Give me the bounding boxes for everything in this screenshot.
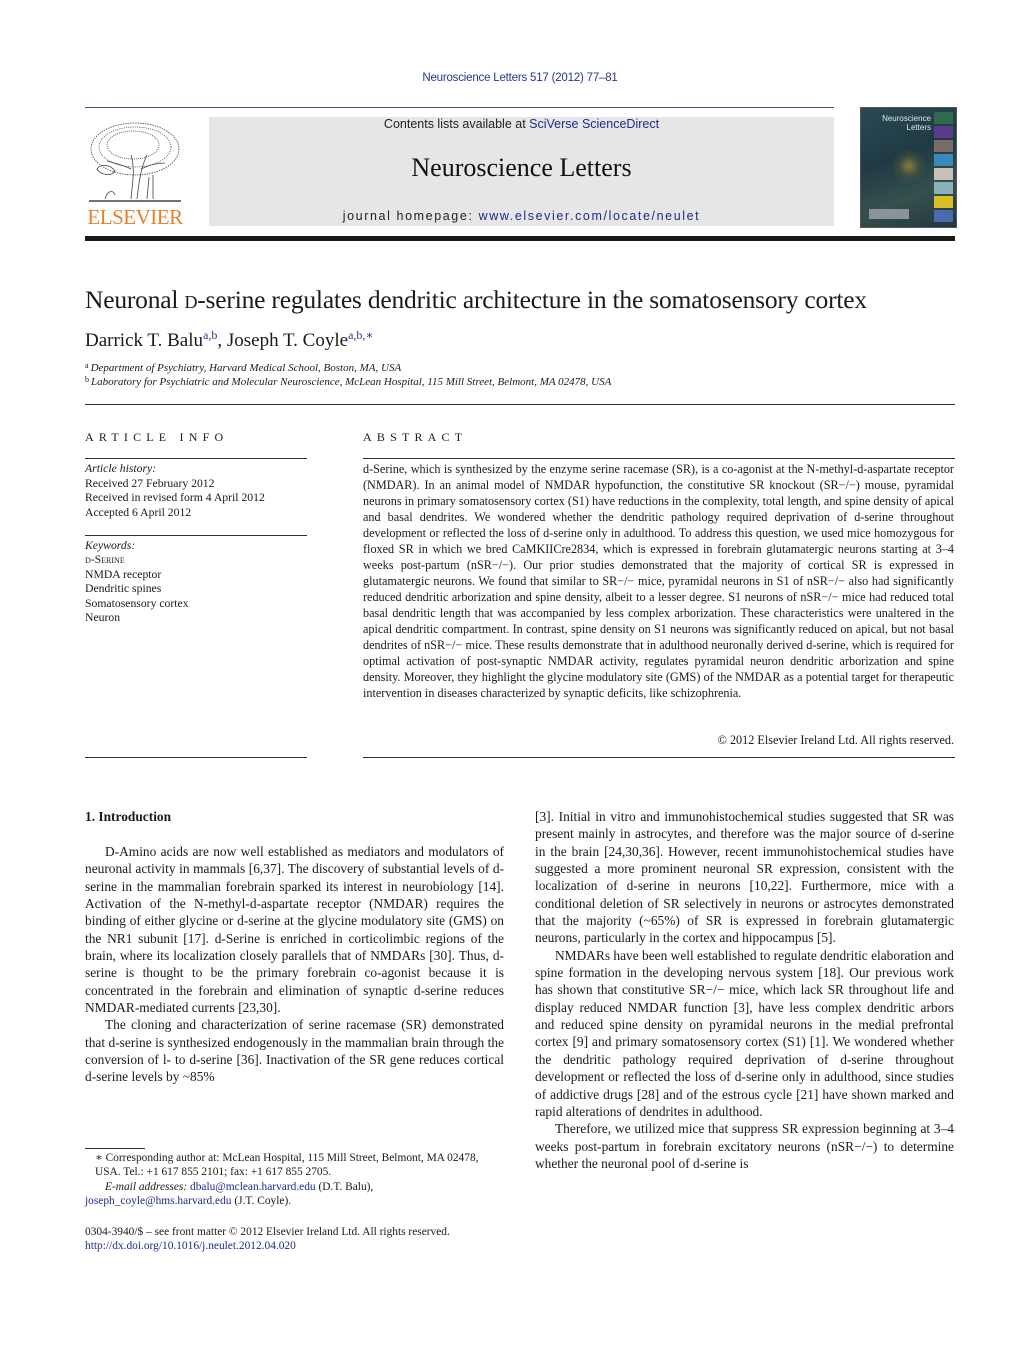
author-separator: , xyxy=(217,330,227,351)
author-affiliation-marks[interactable]: a,b,∗ xyxy=(348,328,373,342)
history-item: Received in revised form 4 April 2012 xyxy=(85,491,265,505)
affiliation-text: Department of Psychiatry, Harvard Medica… xyxy=(90,362,402,374)
front-matter: 0304-3940/$ – see front matter © 2012 El… xyxy=(85,1225,505,1254)
email-link-balu[interactable]: dbalu@mclean.harvard.edu xyxy=(190,1181,316,1193)
keywords-label: Keywords: xyxy=(85,539,136,552)
cover-label-box xyxy=(869,209,909,219)
body-paragraph: Therefore, we utilized mice that suppres… xyxy=(535,1121,954,1171)
front-matter-text: 0304-3940/$ – see front matter © 2012 El… xyxy=(85,1226,450,1238)
history-item: Received 27 February 2012 xyxy=(85,476,215,490)
body-paragraph: The cloning and characterization of seri… xyxy=(85,1017,504,1085)
cover-title-line2: Letters xyxy=(906,123,931,132)
cover-thumbnail-strip xyxy=(934,112,953,224)
author-name[interactable]: Darrick T. Balu xyxy=(85,330,203,351)
abstract-heading: ABSTRACT xyxy=(363,430,468,444)
affiliation-text: Laboratory for Psychiatric and Molecular… xyxy=(91,376,612,388)
author-list: Darrick T. Balua,b, Joseph T. Coylea,b,∗ xyxy=(85,328,374,352)
abstract-text: d-Serine, which is synthesized by the en… xyxy=(363,462,954,700)
author-name[interactable]: Joseph T. Coyle xyxy=(227,330,348,351)
email-owner: (J.T. Coyle). xyxy=(231,1194,292,1207)
keyword-item: d-Serine xyxy=(85,553,189,567)
article-history: Article history: Received 27 February 20… xyxy=(85,462,265,520)
cover-title-line1: Neuroscience xyxy=(882,114,931,123)
journal-citation-link[interactable]: Neuroscience Letters 517 (2012) 77–81 xyxy=(0,72,1021,84)
keyword-item: Somatosensory cortex xyxy=(85,596,189,610)
cover-title: Neuroscience Letters xyxy=(879,114,931,132)
body-paragraph: NMDARs have been well established to reg… xyxy=(535,947,954,1119)
email-owner: (D.T. Balu), xyxy=(315,1180,374,1193)
article-info-heading: ARTICLE INFO xyxy=(85,430,229,444)
elsevier-wordmark: ELSEVIER xyxy=(87,205,183,229)
affiliation-mark: a xyxy=(85,361,89,370)
email-line: E-mail addresses: dbalu@mclean.harvard.e… xyxy=(85,1180,505,1209)
contents-line: Contents lists available at SciVerse Sci… xyxy=(209,117,834,131)
email-link-coyle[interactable]: joseph_coyle@hms.harvard.edu xyxy=(85,1195,232,1207)
affiliation-mark: b xyxy=(85,375,89,384)
body-paragraph: [3]. Initial in vitro and immunohistoche… xyxy=(535,809,954,946)
section-divider xyxy=(85,404,955,405)
body-column-right: [3]. Initial in vitro and immunohistoche… xyxy=(535,808,954,1172)
email-label: E-mail addresses: xyxy=(105,1180,190,1193)
body-paragraph: D-Amino acids are now well established a… xyxy=(85,844,504,1016)
corresponding-author-note: ∗ Corresponding author at: McLean Hospit… xyxy=(95,1152,479,1179)
article-title: Neuronal d-serine regulates dendritic ar… xyxy=(85,285,867,315)
title-part: Neuronal xyxy=(85,285,185,314)
elsevier-tree-icon xyxy=(89,122,181,202)
journal-homepage-line: journal homepage: www.elsevier.com/locat… xyxy=(209,209,834,223)
header-thick-rule xyxy=(85,236,955,241)
header-rule xyxy=(85,107,834,108)
journal-homepage-link[interactable]: www.elsevier.com/locate/neulet xyxy=(479,209,701,223)
keyword-item: Neuron xyxy=(85,611,121,625)
doi-link[interactable]: http://dx.doi.org/10.1016/j.neulet.2012.… xyxy=(85,1240,296,1252)
sciencedirect-link[interactable]: SciVerse ScienceDirect xyxy=(529,117,659,131)
divider xyxy=(85,757,307,758)
history-item: Accepted 6 April 2012 xyxy=(85,505,192,519)
affiliation-a: a Department of Psychiatry, Harvard Medic… xyxy=(85,361,401,374)
footnotes: ∗ Corresponding author at: McLean Hospit… xyxy=(85,1151,505,1208)
title-part: -serine regulates dendritic architecture… xyxy=(197,285,867,314)
divider xyxy=(363,757,955,758)
keyword-text: d-Serine xyxy=(85,553,125,567)
divider xyxy=(85,535,307,536)
affiliation-b: b Laboratory for Psychiatric and Molecula… xyxy=(85,375,611,388)
abstract-copyright: © 2012 Elsevier Ireland Ltd. All rights … xyxy=(717,733,954,747)
keywords: Keywords: d-Serine NMDA receptor Dendrit… xyxy=(85,539,189,625)
author-affiliation-marks[interactable]: a,b xyxy=(203,328,217,342)
footnote-rule xyxy=(85,1148,145,1149)
journal-title: Neuroscience Letters xyxy=(411,153,632,182)
keyword-item: Dendritic spines xyxy=(85,582,162,596)
divider xyxy=(85,458,307,459)
title-smallcaps: d xyxy=(184,285,198,314)
homepage-prefix: journal homepage: xyxy=(342,209,479,223)
history-label: Article history: xyxy=(85,462,157,475)
body-column-left: D-Amino acids are now well established a… xyxy=(85,843,504,1086)
divider xyxy=(363,458,955,459)
keyword-item: NMDA receptor xyxy=(85,567,162,581)
journal-cover-image[interactable]: Neuroscience Letters xyxy=(860,107,957,228)
elsevier-logo[interactable]: ELSEVIER xyxy=(85,117,185,230)
journal-banner: Contents lists available at SciVerse Sci… xyxy=(209,117,834,226)
contents-prefix: Contents lists available at xyxy=(383,117,530,131)
section-heading-introduction: 1. Introduction xyxy=(85,809,172,824)
neuron-illustration xyxy=(891,148,927,184)
